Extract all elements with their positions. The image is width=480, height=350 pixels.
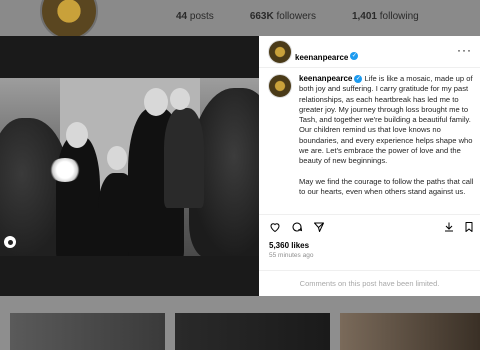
author-username[interactable]: keenanpearce — [295, 53, 348, 62]
posts-count: 44 — [176, 11, 188, 22]
comments-limited-notice: Comments on this post have been limited. — [259, 270, 480, 297]
caption-verified-icon: ✓ — [354, 75, 363, 83]
photo-figure-bride — [56, 136, 100, 256]
photo-face-boy — [107, 146, 127, 170]
author-avatar[interactable] — [268, 40, 292, 64]
post-timestamp[interactable]: 55 minutes ago — [269, 252, 313, 259]
caption-text-2: May we find the courage to follow the pa… — [299, 176, 474, 196]
following-label: following — [379, 11, 419, 22]
more-icon[interactable]: ··· — [457, 44, 472, 56]
followers-stat[interactable]: 663K followers — [250, 11, 316, 22]
save-icon[interactable] — [463, 221, 475, 233]
post-detail-panel: keenanpearce ✓ ··· keenanpearce ✓ Life is … — [259, 36, 480, 296]
profile-stats: 44 posts 663K followers 1,401 following — [176, 11, 419, 22]
grid-thumbnail[interactable] — [10, 313, 165, 350]
caption-text-1: Life is like a mosaic, made up of both j… — [299, 74, 473, 166]
followers-label: followers — [276, 11, 316, 22]
grid-thumbnail[interactable] — [340, 313, 480, 350]
posts-stat[interactable]: 44 posts — [176, 11, 214, 22]
author-name-row: keenanpearce ✓ — [295, 47, 359, 65]
post-actions — [259, 214, 480, 237]
posts-label: posts — [189, 11, 214, 22]
photo-face-girl — [170, 88, 190, 110]
profile-avatar[interactable] — [40, 0, 98, 40]
post-photo[interactable] — [0, 78, 259, 256]
verified-icon: ✓ — [350, 51, 359, 60]
share-icon[interactable] — [313, 221, 325, 233]
grid-thumbnail[interactable] — [175, 313, 330, 350]
photo-face-bride — [66, 122, 88, 148]
comment-icon[interactable] — [291, 221, 303, 233]
photo-face-groom — [144, 88, 168, 116]
post-header: keenanpearce ✓ ··· — [259, 36, 480, 68]
tag-icon[interactable] — [4, 236, 16, 248]
profile-header: 44 posts 663K followers 1,401 following — [0, 0, 480, 40]
download-icon[interactable] — [443, 221, 455, 233]
photo-figure-girl — [164, 108, 204, 208]
caption-author-avatar[interactable] — [268, 74, 292, 98]
following-count: 1,401 — [351, 11, 377, 22]
following-stat[interactable]: 1,401 following — [352, 11, 419, 22]
photo-bouquet — [48, 158, 82, 182]
followers-count: 663K — [249, 11, 274, 22]
likes-count[interactable]: 5,360 likes — [269, 241, 309, 250]
caption-username[interactable]: keenanpearce — [299, 74, 352, 83]
post-caption: keenanpearce ✓ Life is like a mosaic, mad… — [299, 74, 474, 207]
like-icon[interactable] — [269, 221, 281, 233]
